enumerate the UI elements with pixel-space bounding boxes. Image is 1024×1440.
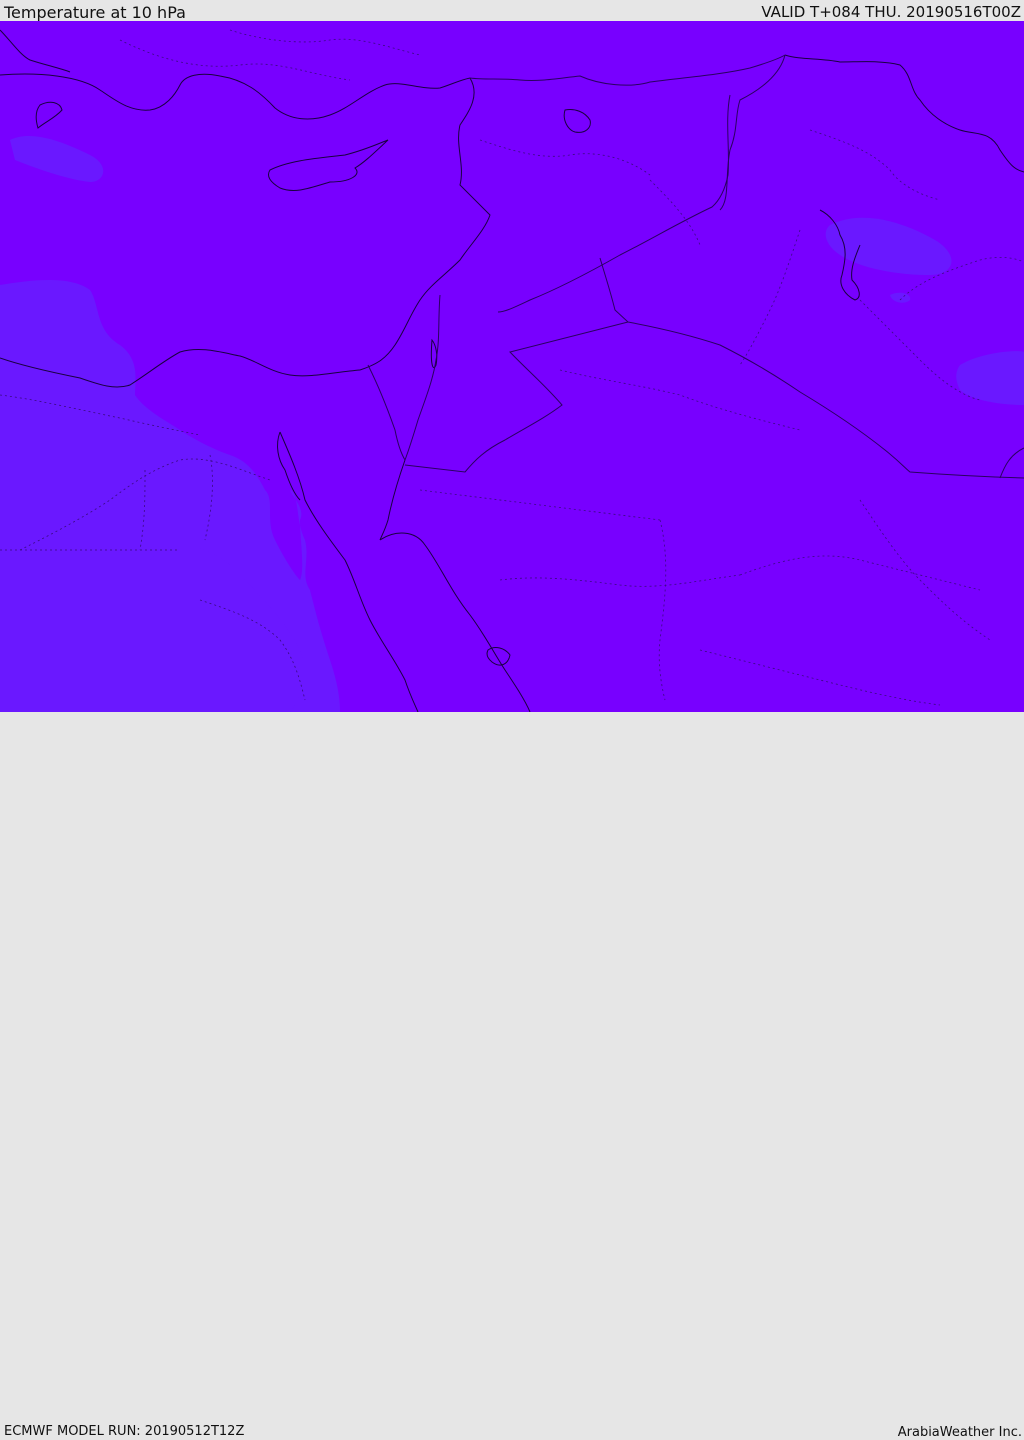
header-bar: Temperature at 10 hPa VALID T+084 THU. 2… [0, 0, 1024, 21]
valid-time: VALID T+084 THU. 20190516T00Z [761, 3, 1021, 21]
model-run: ECMWF MODEL RUN: 20190512T12Z [4, 1424, 245, 1439]
map-canvas[interactable] [0, 21, 1024, 712]
map-title: Temperature at 10 hPa [4, 3, 186, 22]
credit-text: ArabiaWeather Inc. [897, 1425, 1022, 1440]
footer-bar: ECMWF MODEL RUN: 20190512T12Z ArabiaWeat… [0, 712, 1024, 1439]
map-svg [0, 21, 1024, 712]
